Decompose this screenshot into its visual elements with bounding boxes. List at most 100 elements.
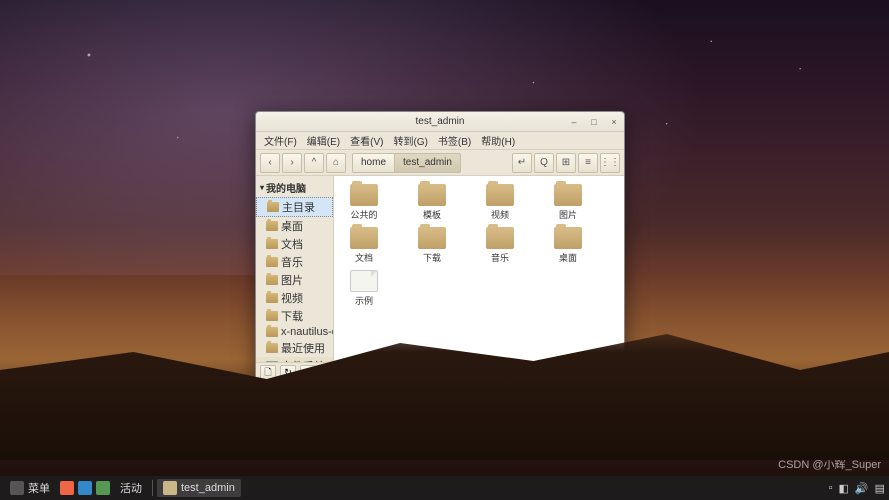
taskbar-app-label: test_admin	[181, 482, 235, 494]
toolbar: ‹ › ^ ⌂ home test_admin ↵ Q ⊞ ≡ ⋮⋮	[256, 150, 624, 176]
app-icon-3[interactable]	[96, 481, 110, 495]
file-label: 文档	[355, 251, 373, 264]
menu-go[interactable]: 转到(G)	[389, 131, 431, 150]
menu-edit[interactable]: 编辑(E)	[303, 131, 344, 150]
file-label: 音乐	[491, 251, 509, 264]
titlebar[interactable]: test_admin – □ ×	[256, 112, 624, 132]
tray-icon[interactable]: ▤	[875, 482, 885, 495]
path-current[interactable]: test_admin	[395, 153, 461, 173]
taskbar-separator	[152, 480, 153, 496]
forward-button[interactable]: ›	[282, 153, 302, 173]
path-home[interactable]: home	[352, 153, 395, 173]
desktop: test_admin – □ × 文件(F) 编辑(E) 查看(V) 转到(G)…	[0, 0, 889, 500]
home-button[interactable]: ⌂	[326, 153, 346, 173]
status-btn-1[interactable]: 🗋	[260, 365, 276, 381]
sidebar-item-label: 音乐	[281, 254, 303, 270]
folder-icon	[266, 221, 278, 231]
sidebar-item[interactable]: 最近使用	[256, 339, 333, 357]
tray-icon[interactable]: 🔊	[855, 482, 869, 495]
folder-icon	[266, 327, 278, 337]
app-icon-1[interactable]	[60, 481, 74, 495]
file-manager-window: test_admin – □ × 文件(F) 编辑(E) 查看(V) 转到(G)…	[255, 111, 625, 383]
sidebar-item[interactable]: 文档	[256, 235, 333, 253]
folder-icon	[266, 275, 278, 285]
sidebar-item[interactable]: 图片	[256, 271, 333, 289]
sidebar-item[interactable]: x-nautilus-d…	[256, 325, 333, 339]
folder-icon	[266, 257, 278, 267]
taskbar-menu-label: 菜单	[28, 480, 50, 496]
doc-icon	[350, 270, 378, 292]
close-button[interactable]: ×	[608, 116, 620, 128]
menu-icon	[10, 481, 24, 495]
file-item[interactable]: 音乐	[478, 227, 522, 264]
sidebar-item-label: 视频	[281, 290, 303, 306]
sidebar-item-label: 图片	[281, 272, 303, 288]
taskbar-menu[interactable]: 菜单	[4, 479, 56, 497]
folder-icon	[350, 227, 378, 249]
up-button[interactable]: ^	[304, 153, 324, 173]
status-btn-3[interactable]: ⊞	[300, 365, 316, 381]
sidebar-section-header[interactable]: 我的电脑	[256, 178, 333, 197]
folder-icon	[266, 293, 278, 303]
menu-view[interactable]: 查看(V)	[346, 131, 387, 150]
file-item[interactable]: 视频	[478, 184, 522, 221]
taskbar: 菜单 活动 test_admin ▫ ◧ 🔊 ▤	[0, 476, 889, 500]
menu-bookmarks[interactable]: 书签(B)	[434, 131, 475, 150]
file-label: 下载	[423, 251, 441, 264]
view-compact-button[interactable]: ⋮⋮	[600, 153, 620, 173]
sidebar-item-label: 文档	[281, 236, 303, 252]
folder-icon	[266, 239, 278, 249]
file-item[interactable]: 图片	[546, 184, 590, 221]
view-icons-button[interactable]: ⊞	[556, 153, 576, 173]
file-label: 示例	[355, 294, 373, 307]
sidebar-item-label: x-nautilus-d…	[281, 326, 333, 338]
taskbar-activities[interactable]: 活动	[114, 479, 148, 497]
file-item[interactable]: 文档	[342, 227, 386, 264]
file-item[interactable]: 桌面	[546, 227, 590, 264]
folder-icon	[163, 481, 177, 495]
minimize-button[interactable]: –	[568, 116, 580, 128]
sidebar-item[interactable]: 主目录	[256, 197, 333, 217]
taskbar-app[interactable]: test_admin	[157, 479, 241, 497]
status-btn-2[interactable]: ↻	[280, 365, 296, 381]
menu-help[interactable]: 帮助(H)	[477, 131, 519, 150]
folder-icon	[554, 227, 582, 249]
status-text: 9 项，剩余空间: 31.1 GB	[320, 365, 560, 380]
file-label: 视频	[491, 208, 509, 221]
taskbar-activities-label: 活动	[120, 480, 142, 496]
sidebar-item[interactable]: 下载	[256, 307, 333, 325]
location-button[interactable]: ↵	[512, 153, 532, 173]
window-title: test_admin	[416, 116, 465, 127]
folder-icon	[486, 184, 514, 206]
folder-icon	[266, 311, 278, 321]
tray-icon[interactable]: ▫	[829, 482, 833, 494]
file-label: 桌面	[559, 251, 577, 264]
maximize-button[interactable]: □	[588, 116, 600, 128]
sidebar-item-label: 最近使用	[281, 340, 325, 356]
menu-file[interactable]: 文件(F)	[260, 131, 301, 150]
window-body: 我的电脑主目录桌面文档音乐图片视频下载x-nautilus-d…最近使用文件系统…	[256, 176, 624, 362]
folder-icon	[486, 227, 514, 249]
zoom-slider[interactable]	[564, 371, 614, 375]
file-item[interactable]: 公共的	[342, 184, 386, 221]
file-item[interactable]: 示例	[342, 270, 386, 307]
menubar: 文件(F) 编辑(E) 查看(V) 转到(G) 书签(B) 帮助(H)	[256, 132, 624, 150]
statusbar: 🗋 ↻ ⊞ 9 项，剩余空间: 31.1 GB	[256, 362, 624, 382]
folder-icon	[418, 184, 446, 206]
folder-icon	[418, 227, 446, 249]
sidebar-item[interactable]: 桌面	[256, 217, 333, 235]
folder-icon	[267, 202, 279, 212]
tray-icon[interactable]: ◧	[838, 482, 848, 495]
path-bar: home test_admin	[352, 153, 461, 173]
sidebar-item[interactable]: 视频	[256, 289, 333, 307]
sidebar-item[interactable]: 音乐	[256, 253, 333, 271]
search-button[interactable]: Q	[534, 153, 554, 173]
file-view[interactable]: 公共的 模板视频 图片文档 下载 音乐 桌面示例	[334, 176, 624, 362]
view-list-button[interactable]: ≡	[578, 153, 598, 173]
file-label: 公共的	[350, 208, 377, 221]
file-item[interactable]: 下载	[410, 227, 454, 264]
file-item[interactable]: 模板	[410, 184, 454, 221]
system-tray: ▫ ◧ 🔊 ▤	[829, 482, 885, 495]
app-icon-2[interactable]	[78, 481, 92, 495]
back-button[interactable]: ‹	[260, 153, 280, 173]
